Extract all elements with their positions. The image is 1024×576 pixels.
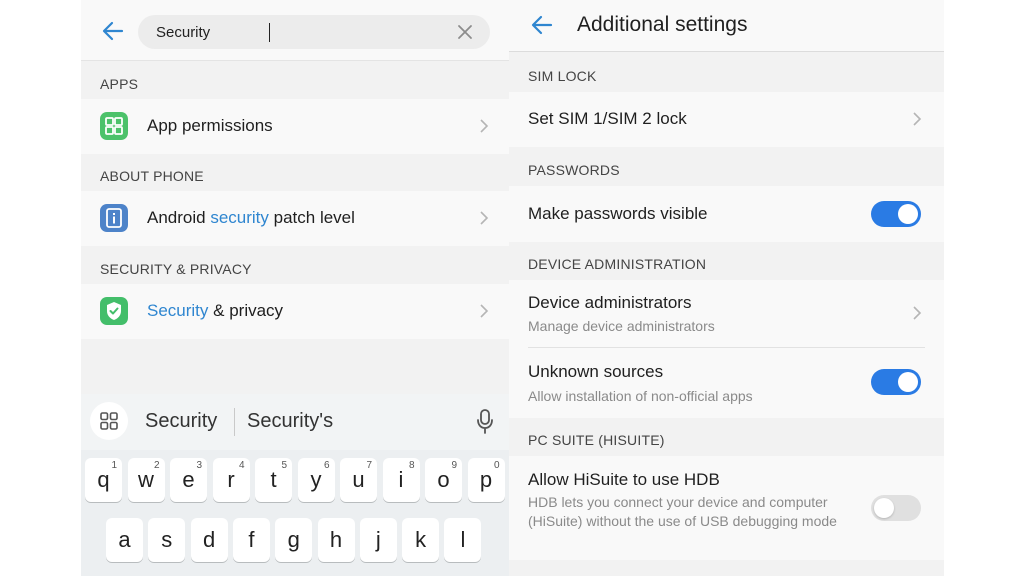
section-header-passwords: PASSWORDS [528,162,620,178]
key-letter: e [182,467,195,492]
search-input[interactable] [156,22,426,42]
key-letter: w [138,467,154,492]
clear-icon[interactable] [456,23,474,41]
key-u[interactable]: u7 [340,458,377,502]
key-number-hint: 3 [196,460,202,471]
key-letter: t [270,467,277,492]
key-t[interactable]: t5 [255,458,292,502]
grid-icon [100,112,128,140]
item-subtitle: Manage device administrators [528,318,715,334]
section-header-sim-lock: SIM LOCK [528,68,597,84]
additional-settings-pane: Additional settings SIM LOCK Set SIM 1/S… [509,0,944,576]
key-letter: i [398,467,404,492]
toggle-knob [898,204,918,224]
key-number-hint: 6 [323,460,330,471]
key-i[interactable]: i8 [382,458,420,502]
back-arrow-icon[interactable] [529,12,555,38]
page-title: Additional settings [577,13,748,36]
key-f[interactable]: f [232,518,270,562]
toggle-knob [898,372,918,392]
item-subtitle: Allow installation of non-official apps [528,388,753,404]
key-letter: p [479,467,493,492]
chevron-right-icon [480,211,489,225]
search-field[interactable] [138,15,490,49]
key-o[interactable]: o9 [425,458,462,502]
item-label: Make passwords visible [528,204,708,223]
key-letter: y [310,467,322,492]
unknown-sources-toggle[interactable] [871,369,921,395]
keyboard-menu-button[interactable] [90,402,128,440]
key-g[interactable]: g [275,518,313,562]
section-header-device-administration: DEVICE ADMINISTRATION [528,256,707,272]
microphone-icon[interactable] [475,408,495,436]
search-settings-pane: APPS App permissions ABOUT PHONE Android… [81,0,509,576]
key-number-hint: 1 [111,460,117,471]
device-administration-group: Device administrators Manage device admi… [509,280,944,418]
text-cursor [269,23,270,42]
chevron-right-icon [913,306,922,320]
key-number-hint: 7 [366,460,372,471]
chevron-right-icon [913,112,922,126]
result-label: Security & privacy [147,301,284,320]
item-label: Allow HiSuite to use HDB [528,470,720,489]
device-administrators-item[interactable]: Device administrators Manage device admi… [509,280,944,347]
soft-keyboard: Security Security's q1w2e3r4t5y6u7i8o9p0… [81,394,509,576]
key-l[interactable]: l [444,518,482,562]
result-app-permissions[interactable]: App permissions [81,99,509,154]
key-number-hint: 9 [451,460,457,471]
key-letter: q [97,467,110,492]
key-d[interactable]: d [190,518,228,562]
section-header-security-privacy: SECURITY & PRIVACY [100,261,252,277]
key-r[interactable]: r4 [212,458,250,502]
section-header-apps: APPS [100,76,139,92]
key-e[interactable]: e3 [170,458,207,502]
key-a[interactable]: a [106,518,143,562]
suggestion-2[interactable]: Security's [247,410,333,433]
key-letter: r [227,467,235,492]
result-security-privacy[interactable]: Security & privacy [81,284,509,339]
suggestion-bar: Security Security's [81,394,509,450]
item-label: Set SIM 1/SIM 2 lock [528,109,687,128]
key-number-hint: 8 [408,460,415,471]
back-arrow-icon[interactable] [100,18,126,44]
toggle-knob [874,498,894,518]
chevron-right-icon [480,119,489,133]
settings-toolbar: Additional settings [509,0,944,52]
item-label: Device administrators [528,293,692,312]
item-subtitle: HDB lets you connect your device and com… [528,494,837,529]
make-passwords-visible-item[interactable]: Make passwords visible [509,186,944,242]
result-security-patch-level[interactable]: Android security patch level [81,191,509,246]
key-letter: u [352,467,365,492]
key-number-hint: 4 [238,460,245,471]
key-k[interactable]: k [402,518,440,562]
result-label: Android security patch level [147,208,355,227]
section-header-pc-suite: PC SUITE (HISUITE) [528,432,665,448]
result-label: App permissions [147,116,273,135]
info-icon [100,204,128,232]
suggestion-1[interactable]: Security [145,410,217,433]
key-p[interactable]: p0 [467,458,505,502]
section-header-about-phone: ABOUT PHONE [100,168,204,184]
hisuite-hdb-toggle[interactable] [871,495,921,521]
passwords-visible-toggle[interactable] [871,201,921,227]
key-number-hint: 5 [281,460,287,471]
suggestion-divider [234,408,235,436]
search-toolbar [81,0,509,61]
unknown-sources-item[interactable]: Unknown sources Allow installation of no… [509,348,944,418]
shield-check-icon [100,297,128,325]
key-letter: o [437,467,450,492]
key-y[interactable]: y6 [297,458,335,502]
key-j[interactable]: j [359,518,397,562]
chevron-right-icon [480,304,489,318]
item-label: Unknown sources [528,362,664,381]
allow-hisuite-hdb-item[interactable]: Allow HiSuite to use HDB HDB lets you co… [509,456,944,560]
key-h[interactable]: h [317,518,355,562]
key-q[interactable]: q1 [85,458,122,502]
key-s[interactable]: s [148,518,186,562]
key-number-hint: 2 [153,460,160,471]
key-w[interactable]: w2 [127,458,165,502]
set-sim-lock-item[interactable]: Set SIM 1/SIM 2 lock [509,92,944,147]
key-number-hint: 0 [493,460,500,471]
grid-icon [100,412,118,430]
